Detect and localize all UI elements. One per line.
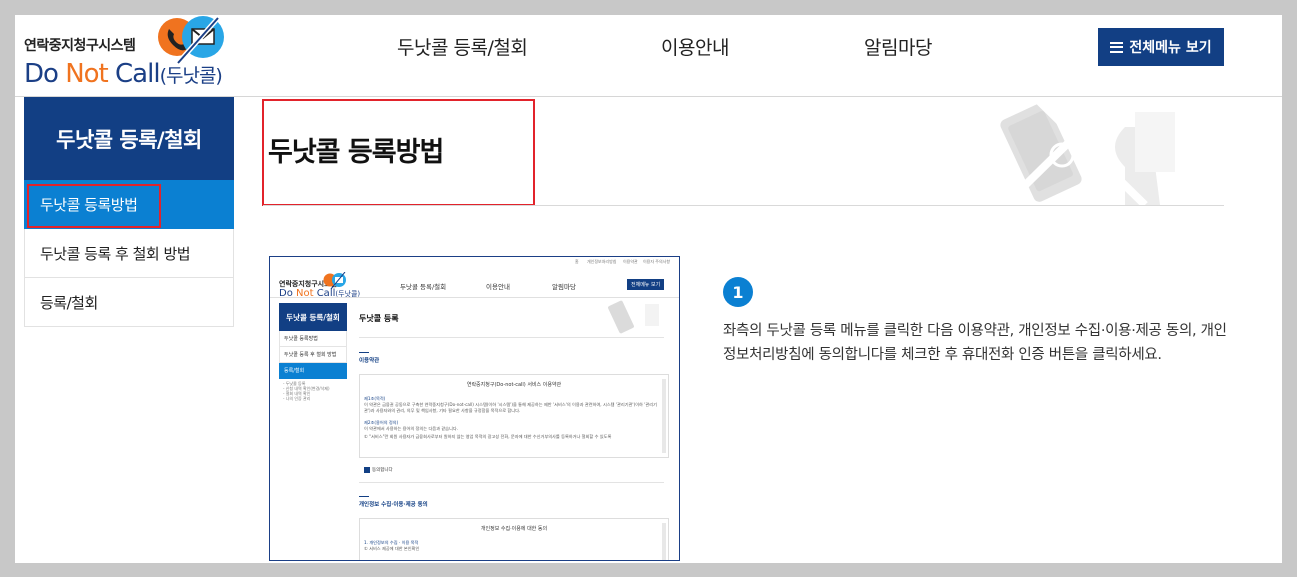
step-number-badge: 1 [723, 277, 753, 307]
logo-korean-text[interactable]: 연락중지청구시스템 [24, 35, 136, 55]
mini-top-link: 이용자 주의사항 [643, 259, 671, 264]
mini-privacy-box: 개인정보 수집·이용에 대한 동의 1. 개인정보의 수집 · 이용 목적 ① … [359, 518, 669, 560]
highlight-box [27, 184, 161, 228]
highlight-box [262, 99, 535, 206]
mini-no-call-logo-icon [323, 272, 346, 290]
guide-screenshot: 홈 개인정보처리방침 이용약관 이용자 주의사항 연락중지청구시스템 Do No… [269, 256, 680, 561]
mini-section-mark [359, 496, 369, 497]
mini-top-link: 개인정보처리방침 [587, 259, 617, 264]
sidebar: 두낫콜 등록/철회 두낫콜 등록방법 두낫콜 등록 후 철회 방법 등록/철회 [24, 97, 234, 327]
mini-sidebar-item: 두낫콜 등록방법 [279, 331, 347, 347]
sidebar-title: 두낫콜 등록/철회 [24, 97, 234, 180]
sidebar-item-label: 두낫콜 등록 후 철회 방법 [40, 244, 191, 263]
hamburger-icon [1110, 41, 1124, 53]
mini-nav-item: 이용안내 [486, 283, 510, 291]
sidebar-item-register-method[interactable]: 두낫콜 등록방법 [24, 180, 234, 229]
mini-terms-text: ① "서비스"란 회원 사용자가 금융회사로부터 원하지 않는 영업 목적의 광… [364, 434, 612, 439]
mini-sidebar-subitem: - 나의 인증 관리 [283, 396, 311, 401]
mini-terms-text: 이 약관은 금융권 공동으로 구축한 연락중지청구(Do-not-call) 시… [364, 402, 657, 413]
mini-terms-box: 연락중지청구(Do-not-call) 서비스 이용약관 제1조(목적) 이 약… [359, 374, 669, 458]
logo-do: Do [24, 59, 66, 89]
mini-title-divider [359, 337, 664, 338]
mini-privacy-item: ① 서비스 제공에 대한 본인확인 [364, 546, 420, 551]
page: 연락중지청구시스템 Do Not Call(두낫콜) 두낫콜 등록/철회 이용안… [15, 15, 1282, 563]
mini-agree-label: 동의합니다 [372, 468, 393, 473]
mini-scrollbar [662, 379, 666, 453]
mini-sidebar-title: 두낫콜 등록/철회 [279, 303, 347, 331]
sidebar-item-register-withdraw[interactable]: 등록/철회 [24, 278, 234, 327]
nav-register-withdraw[interactable]: 두낫콜 등록/철회 [397, 33, 528, 60]
mini-section-mark [359, 352, 369, 353]
title-divider [263, 205, 1224, 206]
mini-terms-text: 이 약관에서 사용하는 용어의 정의는 다음과 같습니다. [364, 426, 459, 431]
mini-privacy-title: 개인정보 수집·이용에 대한 동의 [480, 526, 548, 532]
site-header: 연락중지청구시스템 Do Not Call(두낫콜) 두낫콜 등록/철회 이용안… [15, 15, 1282, 97]
mini-section-privacy: 개인정보 수집·이용·제공 동의 [359, 502, 428, 508]
nav-usage-guide[interactable]: 이용안내 [661, 33, 729, 60]
sidebar-item-withdraw-method[interactable]: 두낫콜 등록 후 철회 방법 [24, 229, 234, 278]
checkbox-icon [364, 467, 370, 473]
no-call-logo-icon [158, 16, 224, 65]
mini-agree-checkbox: 동의합니다 [364, 467, 393, 473]
step-description: 좌측의 두낫콜 등록 메뉴를 클릭한 다음 이용약관, 개인정보 수집·이용·제… [723, 323, 1227, 363]
phone-hand-illustration [1000, 97, 1175, 205]
mini-scrollbar [662, 523, 666, 560]
full-menu-label: 전체메뉴 보기 [1129, 40, 1212, 56]
mini-nav-item: 알림마당 [552, 283, 576, 291]
logo-not: Not [65, 59, 116, 89]
mini-nav-item: 두낫콜 등록/철회 [400, 283, 447, 291]
mini-divider [359, 482, 664, 483]
mini-full-menu-button: 전체메뉴 보기 [627, 279, 665, 290]
mini-phone-illustration [608, 300, 659, 334]
nav-notice-board[interactable]: 알림마당 [864, 33, 932, 60]
mini-sidebar-item-active: 등록/철회 [279, 363, 347, 379]
mini-top-link: 홈 [575, 259, 579, 264]
mini-section-terms: 이용약관 [359, 358, 380, 364]
mini-top-link: 이용약관 [623, 259, 638, 264]
sidebar-item-label: 등록/철회 [40, 293, 98, 312]
mini-page-title: 두낫콜 등록 [359, 314, 399, 323]
full-menu-button[interactable]: 전체메뉴 보기 [1098, 28, 1224, 66]
mini-terms-title: 연락중지청구(Do-not-call) 서비스 이용약관 [466, 382, 562, 388]
mini-sidebar-item: 두낫콜 등록 후 철회 방법 [279, 347, 347, 363]
